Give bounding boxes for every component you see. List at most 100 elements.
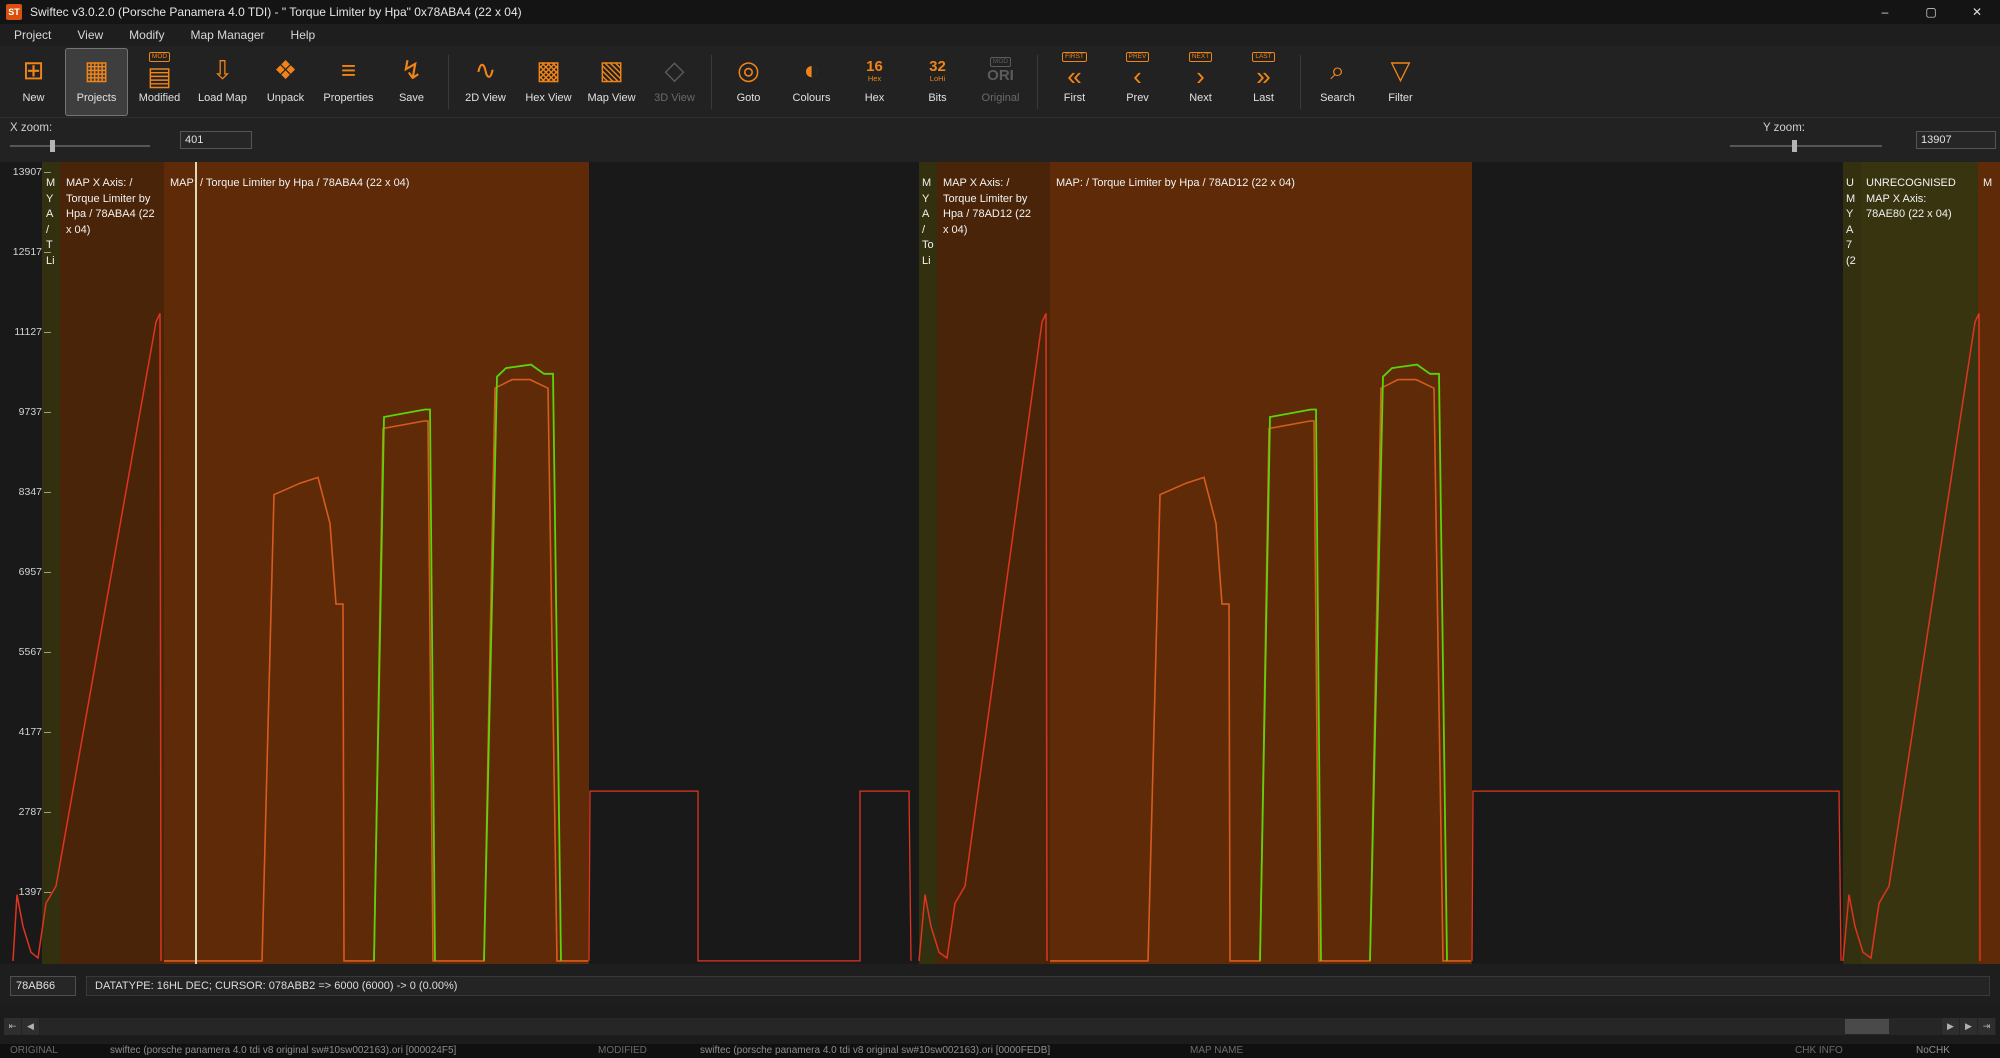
address-input[interactable]	[10, 976, 76, 996]
minimize-button[interactable]: –	[1862, 0, 1908, 24]
y-axis-tick	[44, 412, 51, 413]
save-icon: ↯	[401, 52, 423, 90]
toolbar-label-modified: Modified	[139, 92, 181, 104]
statusbar-item-chk-info: CHK INFO	[1795, 1045, 1843, 1056]
y-axis-tick	[44, 172, 51, 173]
x-zoom-slider-thumb[interactable]	[50, 140, 55, 152]
toolbar-button-save[interactable]: ↯Save	[380, 48, 443, 116]
toolbar-button-goto[interactable]: ◎Goto	[717, 48, 780, 116]
window-title: Swiftec v3.0.2.0 (Porsche Panamera 4.0 T…	[30, 5, 522, 19]
toolbar-button-original[interactable]: MODORIOriginal	[969, 48, 1032, 116]
first-icon: FIRST«	[1062, 52, 1087, 90]
new-project-icon-glyph: ⊞	[23, 57, 45, 84]
y-axis-label: 6957	[2, 566, 42, 578]
region-label-line: MAP X Axis: /	[66, 176, 155, 192]
region-label-line: MAP X Axis:	[1866, 192, 1956, 208]
toolbar-label-projects: Projects	[77, 92, 117, 104]
toolbar-button-new[interactable]: ⊞New	[2, 48, 65, 116]
toolbar-separator	[711, 55, 712, 109]
toolbar-label-unpack: Unpack	[267, 92, 304, 104]
region-label-line: Torque Limiter by	[943, 192, 1031, 208]
toolbar-button-3d-view[interactable]: ◇3D View	[643, 48, 706, 116]
scrollbar-track[interactable]	[40, 1018, 1941, 1035]
curve-unrec-line-1	[589, 791, 911, 961]
y-zoom-input[interactable]	[1916, 131, 1996, 149]
region-label-line: M	[1846, 192, 1856, 208]
scrollbar[interactable]: ⇤◀▶▶⇥	[4, 1018, 1996, 1035]
toolbar-separator	[448, 55, 449, 109]
toolbar-button-projects[interactable]: ▦Projects	[65, 48, 128, 116]
y-axis-label: 2787	[2, 806, 42, 818]
y-axis-tick	[44, 812, 51, 813]
toolbar-label-filter: Filter	[1388, 92, 1412, 104]
toolbar-button-2d-view[interactable]: ∿2D View	[454, 48, 517, 116]
menu-item-map-manager[interactable]: Map Manager	[191, 28, 265, 42]
last-icon: LAST»	[1252, 52, 1274, 90]
properties-icon-glyph: ≡	[341, 57, 356, 84]
region-label-line: Y	[922, 192, 934, 208]
toolbar-button-search[interactable]: ⌕Search	[1306, 48, 1369, 116]
region-label-line: A	[922, 207, 934, 223]
close-button[interactable]: ✕	[1954, 0, 2000, 24]
x-zoom-slider-track	[10, 145, 150, 147]
scroll-right-button-0[interactable]: ▶	[1942, 1018, 1959, 1035]
hex-16-icon-glyph: 16	[866, 59, 883, 75]
region-label-line: x 04)	[943, 223, 1031, 239]
menu-bar: Project View Modify Map Manager Help	[0, 24, 2000, 46]
toolbar-button-properties[interactable]: ≡Properties	[317, 48, 380, 116]
cursor-line	[195, 162, 197, 964]
toolbar-separator	[1037, 55, 1038, 109]
toolbar-button-next[interactable]: NEXT›Next	[1169, 48, 1232, 116]
toolbar-button-prev[interactable]: PREV‹Prev	[1106, 48, 1169, 116]
y-zoom-label: Y zoom:	[1763, 122, 1805, 134]
map-view-icon: ▧	[599, 52, 624, 90]
region-label-line: Li	[46, 254, 55, 270]
region-label-line: MAP: / Torque Limiter by Hpa / 78ABA4 (2…	[170, 176, 409, 192]
region-label-line: MAP: / Torque Limiter by Hpa / 78AD12 (2…	[1056, 176, 1295, 192]
original-icon: MODORI	[987, 52, 1014, 90]
y-zoom-slider-thumb[interactable]	[1792, 140, 1797, 152]
region-label-line: Hpa / 78AD12 (22	[943, 207, 1031, 223]
x-zoom-input[interactable]	[180, 131, 252, 149]
toolbar-button-bits[interactable]: 32LoHiBits	[906, 48, 969, 116]
toolbar-button-unpack[interactable]: ❖Unpack	[254, 48, 317, 116]
scrollbar-thumb[interactable]	[1845, 1019, 1889, 1034]
y-axis-label: 4177	[2, 726, 42, 738]
toolbar-label-load-map: Load Map	[198, 92, 247, 104]
scroll-right-button-1[interactable]: ▶	[1960, 1018, 1977, 1035]
toolbar-button-load-map[interactable]: ⇩Load Map	[191, 48, 254, 116]
toolbar-button-last[interactable]: LAST»Last	[1232, 48, 1295, 116]
menu-item-modify[interactable]: Modify	[129, 28, 164, 42]
toolbar-button-modified[interactable]: MOD▤Modified	[128, 48, 191, 116]
toolbar-separator	[1300, 55, 1301, 109]
prev-icon-glyph: ‹	[1133, 63, 1142, 90]
new-project-icon: ⊞	[23, 52, 45, 90]
menu-item-view[interactable]: View	[77, 28, 103, 42]
menu-item-project[interactable]: Project	[14, 28, 51, 42]
chart-area[interactable]: MYA/TLiMAP X Axis: /Torque Limiter byHpa…	[0, 162, 2000, 964]
region-label-line: A	[46, 207, 55, 223]
map-region-label-map-y-axis-78ad12: MYA/ToLi	[922, 176, 934, 269]
maximize-button[interactable]: ▢	[1908, 0, 1954, 24]
toolbar-button-filter[interactable]: ▽Filter	[1369, 48, 1432, 116]
next-icon: NEXT›	[1189, 52, 1212, 90]
toolbar-button-map-view[interactable]: ▧ Map View	[580, 48, 643, 116]
scroll-left-button-1[interactable]: ◀	[22, 1018, 39, 1035]
toolbar-label-2d-view: 2D View	[465, 92, 506, 104]
y-zoom-slider[interactable]	[1730, 140, 1882, 152]
y-axis-tick	[44, 492, 51, 493]
toolbar-button-first[interactable]: FIRST«First	[1043, 48, 1106, 116]
region-label-line: A	[1846, 223, 1856, 239]
x-zoom-slider[interactable]	[10, 140, 150, 152]
menu-item-help[interactable]: Help	[291, 28, 316, 42]
x-zoom-label: X zoom:	[10, 122, 52, 134]
prev-icon: PREV‹	[1126, 52, 1150, 90]
toolbar-button-hex-view[interactable]: ▩Hex View	[517, 48, 580, 116]
colours-icon: ◐	[804, 52, 820, 90]
y-axis-tick	[44, 732, 51, 733]
toolbar-button-colours[interactable]: ◐Colours	[780, 48, 843, 116]
scroll-left-button-0[interactable]: ⇤	[4, 1018, 21, 1035]
toolbar-button-hex[interactable]: 16HexHex	[843, 48, 906, 116]
scroll-right-button-2[interactable]: ⇥	[1978, 1018, 1995, 1035]
toolbar-label-map-view: Map View	[587, 92, 635, 104]
